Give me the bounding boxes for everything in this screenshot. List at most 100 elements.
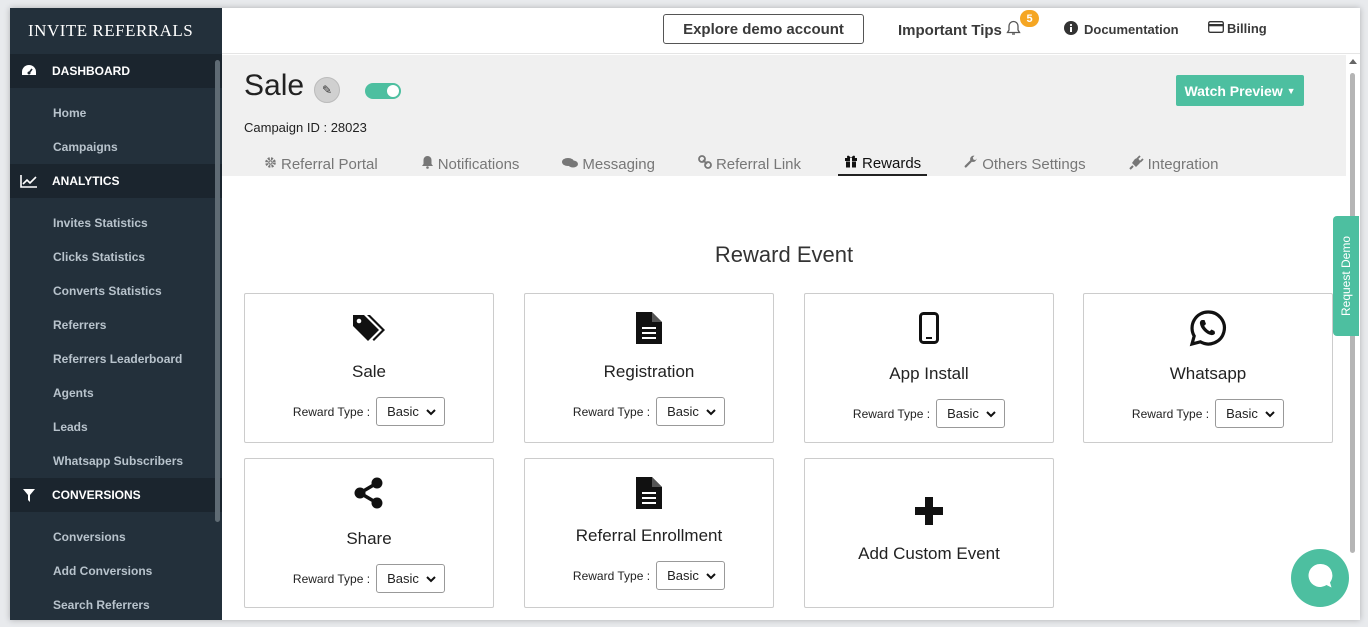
main-scrollbar[interactable] — [1346, 55, 1360, 620]
add-custom-event-card[interactable]: Add Custom Event — [804, 458, 1054, 608]
pencil-icon: ✎ — [321, 83, 333, 97]
sidebar-item-home[interactable]: Home — [10, 88, 222, 130]
whatsapp-icon — [1084, 308, 1332, 348]
main-content: Sale ✎ Campaign ID : 28023 Watch Preview… — [222, 55, 1346, 620]
chevron-down-icon — [706, 568, 716, 583]
reward-event-card-whatsapp[interactable]: Whatsapp Reward Type : Basic — [1083, 293, 1333, 443]
watch-preview-button[interactable]: Watch Preview ▼ — [1176, 75, 1304, 106]
sidebar-section-analytics[interactable]: ANALYTICS — [10, 164, 222, 198]
dashboard-icon — [18, 64, 40, 78]
tags-icon — [245, 308, 493, 348]
gear-icon — [264, 156, 277, 173]
reward-type-row: Reward Type : Basic — [245, 564, 493, 593]
reward-event-card-share[interactable]: Share Reward Type : Basic — [244, 458, 494, 608]
tab-others-settings[interactable]: Others Settings — [958, 152, 1091, 176]
sidebar-section-conversions[interactable]: CONVERSIONS — [10, 478, 222, 512]
chevron-down-icon — [706, 404, 716, 419]
sidebar-section-label: CONVERSIONS — [52, 488, 141, 502]
event-name: Registration — [603, 362, 695, 381]
reward-type-row: Reward Type : Basic — [525, 561, 773, 590]
chevron-down-icon — [986, 406, 996, 421]
scroll-up-icon[interactable] — [1349, 59, 1357, 64]
sidebar-item-converts-statistics[interactable]: Converts Statistics — [10, 274, 222, 308]
info-icon — [1064, 21, 1078, 38]
edit-title-button[interactable]: ✎ — [314, 77, 340, 103]
event-name: Share — [346, 529, 392, 548]
chevron-down-icon — [426, 571, 436, 586]
tab-referral-link[interactable]: Referral Link — [692, 152, 807, 176]
credit-card-icon — [1208, 21, 1224, 36]
reward-event-card-sale[interactable]: Sale Reward Type : Basic — [244, 293, 494, 443]
reward-type-row: Reward Type : Basic — [525, 397, 773, 426]
sidebar-item-clicks-statistics[interactable]: Clicks Statistics — [10, 240, 222, 274]
tab-notifications[interactable]: Notifications — [415, 152, 526, 176]
campaign-tabs: Referral Portal Notifications Messaging … — [258, 152, 1255, 176]
reward-type-select[interactable]: Basic — [656, 561, 726, 590]
campaign-header: Sale ✎ Campaign ID : 28023 Watch Preview… — [222, 55, 1346, 176]
top-bar: Explore demo account Important Tips 5 Do… — [222, 8, 1360, 54]
request-demo-tab[interactable]: Request Demo — [1333, 216, 1359, 336]
sidebar-scrollbar[interactable] — [215, 60, 220, 522]
reward-type-select[interactable]: Basic — [1215, 399, 1285, 428]
explore-demo-button[interactable]: Explore demo account — [663, 14, 864, 44]
caret-down-icon: ▼ — [1286, 85, 1296, 96]
reward-type-row: Reward Type : Basic — [245, 397, 493, 426]
mobile-icon — [805, 308, 1053, 348]
campaign-active-toggle[interactable] — [365, 83, 401, 99]
sidebar-item-search-referrers[interactable]: Search Referrers — [10, 588, 222, 620]
sidebar-item-referrers[interactable]: Referrers — [10, 308, 222, 342]
reward-type-select[interactable]: Basic — [656, 397, 726, 426]
important-tips-link[interactable]: Important Tips — [898, 20, 1021, 40]
share-icon — [245, 473, 493, 513]
sidebar-item-conversions[interactable]: Conversions — [10, 512, 222, 554]
add-custom-event-label: Add Custom Event — [858, 544, 1000, 563]
chevron-down-icon — [1265, 406, 1275, 421]
reward-event-card-referral-enrollment[interactable]: Referral Enrollment Reward Type : Basic — [524, 458, 774, 608]
tab-referral-portal[interactable]: Referral Portal — [258, 152, 384, 176]
reward-event-card-registration[interactable]: Registration Reward Type : Basic — [524, 293, 774, 443]
sidebar-item-invites-statistics[interactable]: Invites Statistics — [10, 198, 222, 240]
sidebar-item-campaigns[interactable]: Campaigns — [10, 130, 222, 164]
sidebar-section-label: DASHBOARD — [52, 64, 130, 78]
campaign-id: Campaign ID : 28023 — [244, 120, 367, 135]
bell-icon — [421, 155, 434, 173]
filter-icon — [18, 488, 40, 502]
chart-line-icon — [18, 174, 40, 188]
tips-count-badge: 5 — [1020, 10, 1039, 27]
file-icon — [525, 308, 773, 348]
file-icon — [525, 473, 773, 513]
app-window: INVITE REFERRALS DASHBOARD Home Campaign… — [10, 8, 1360, 620]
sidebar-section-dashboard[interactable]: DASHBOARD — [10, 54, 222, 88]
tab-integration[interactable]: Integration — [1123, 152, 1225, 176]
sidebar: INVITE REFERRALS DASHBOARD Home Campaign… — [10, 8, 222, 620]
documentation-link[interactable]: Documentation — [1064, 21, 1179, 38]
sidebar-item-whatsapp-subscribers[interactable]: Whatsapp Subscribers — [10, 444, 222, 478]
chat-launcher-button[interactable] — [1291, 549, 1349, 607]
tab-rewards[interactable]: Rewards — [838, 152, 928, 176]
reward-event-heading: Reward Event — [714, 242, 854, 267]
campaign-title: Sale — [244, 69, 305, 102]
sidebar-item-agents[interactable]: Agents — [10, 376, 222, 410]
reward-type-select[interactable]: Basic — [936, 399, 1006, 428]
event-name: App Install — [889, 364, 969, 383]
chevron-down-icon — [426, 404, 436, 419]
reward-type-row: Reward Type : Basic — [805, 399, 1053, 428]
billing-link[interactable]: Billing — [1208, 21, 1267, 36]
reward-type-select[interactable]: Basic — [376, 564, 446, 593]
tab-messaging[interactable]: Messaging — [556, 152, 661, 176]
event-name: Sale — [351, 362, 387, 381]
bell-icon — [1006, 20, 1021, 40]
sidebar-item-add-conversions[interactable]: Add Conversions — [10, 554, 222, 588]
sidebar-item-leads[interactable]: Leads — [10, 410, 222, 444]
logo[interactable]: INVITE REFERRALS — [10, 8, 222, 54]
reward-event-card-app-install[interactable]: App Install Reward Type : Basic — [804, 293, 1054, 443]
reward-type-row: Reward Type : Basic — [1084, 399, 1332, 428]
chat-bubble-icon — [1305, 561, 1335, 596]
reward-type-select[interactable]: Basic — [376, 397, 446, 426]
event-name: Referral Enrollment — [575, 526, 723, 545]
plus-icon — [805, 491, 1053, 531]
gift-icon — [844, 154, 858, 172]
sidebar-item-referrers-leaderboard[interactable]: Referrers Leaderboard — [10, 342, 222, 376]
event-name: Whatsapp — [1169, 364, 1247, 383]
sidebar-section-label: ANALYTICS — [52, 174, 120, 188]
